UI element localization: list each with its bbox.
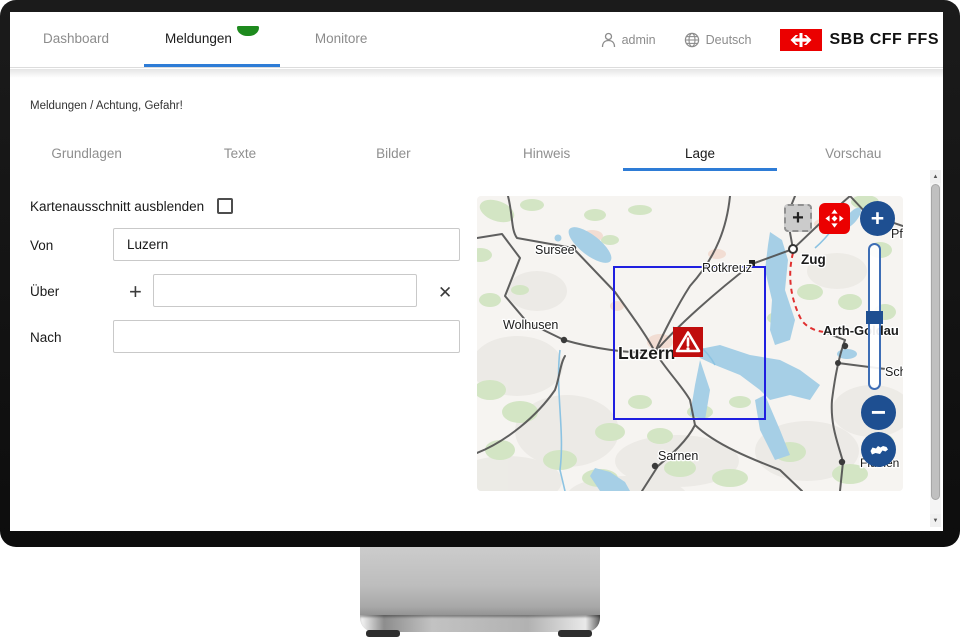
move-icon	[824, 208, 845, 229]
reset-extent-button[interactable]	[861, 432, 896, 467]
add-via-icon[interactable]: +	[129, 281, 142, 303]
language-menu[interactable]: Deutsch	[684, 32, 752, 48]
page-scrollbar[interactable]: ▲ ▼	[930, 170, 941, 527]
draw-extent-button[interactable]: +	[784, 204, 812, 232]
nach-label: Nach	[30, 330, 62, 345]
map-label-wolhusen: Wolhusen	[503, 318, 558, 332]
scroll-down-icon: ▼	[933, 518, 939, 524]
move-marker-button[interactable]	[819, 203, 850, 234]
scrollbar-thumb[interactable]	[931, 184, 940, 500]
person-icon	[601, 32, 616, 48]
user-menu[interactable]: admin	[601, 32, 656, 48]
meldungen-badge-icon	[237, 26, 259, 36]
nach-input[interactable]	[113, 320, 460, 353]
app-window: Dashboard Meldungen Monitore admin	[10, 12, 943, 531]
hide-map-checkbox[interactable]	[217, 198, 233, 214]
zoom-out-button[interactable]: −	[861, 395, 896, 430]
switzerland-icon	[869, 443, 889, 457]
zoom-out-icon: −	[871, 397, 886, 428]
detail-tabs: Grundlagen Texte Bilder Hinweis Lage Vor…	[10, 140, 930, 171]
nav-label: Dashboard	[43, 31, 109, 46]
scroll-up-icon: ▲	[933, 174, 939, 180]
map-label-luzern: Luzern	[618, 343, 675, 363]
clear-via-icon[interactable]: ✕	[438, 284, 452, 301]
user-label: admin	[622, 33, 656, 47]
monitor-foot	[558, 630, 592, 637]
app-header: Dashboard Meldungen Monitore admin	[10, 12, 943, 68]
ueber-input[interactable]	[153, 274, 417, 307]
tab-lage[interactable]: Lage	[623, 140, 776, 171]
breadcrumb: Meldungen / Achtung, Gefahr!	[30, 100, 183, 112]
tab-hinweis[interactable]: Hinweis	[470, 140, 623, 171]
language-label: Deutsch	[706, 33, 752, 47]
zoom-slider-handle[interactable]	[866, 311, 883, 324]
map-label-rotkreuz: Rotkreuz	[702, 261, 752, 275]
scroll-up-button[interactable]: ▲	[930, 170, 941, 183]
tab-grundlagen[interactable]: Grundlagen	[10, 140, 163, 171]
von-label: Von	[30, 238, 53, 253]
nav-item-dashboard[interactable]: Dashboard	[22, 12, 130, 67]
map-label-sursee: Sursee	[535, 243, 575, 257]
nav-label: Meldungen	[165, 31, 232, 46]
logo-text: SBB CFF FFS	[830, 31, 940, 49]
map-label-sarnen: Sarnen	[658, 449, 698, 463]
zoom-in-button[interactable]: +	[860, 201, 895, 236]
nav-item-monitore[interactable]: Monitore	[294, 12, 389, 67]
scroll-down-button[interactable]: ▼	[930, 514, 941, 527]
sbb-logo-icon	[780, 29, 822, 51]
map-tiles: Sursee Wolhusen Rotkreuz Zug Pf Arth-Gol…	[477, 196, 903, 491]
map-label-pf: Pf	[891, 227, 903, 241]
header-right: admin Deutsch	[601, 12, 943, 67]
plus-icon: +	[792, 207, 804, 230]
main-nav: Dashboard Meldungen Monitore	[22, 12, 388, 67]
globe-icon	[684, 32, 700, 48]
map-label-schwyz: Schwy	[885, 365, 903, 379]
ueber-label: Über	[30, 284, 59, 299]
von-input[interactable]	[113, 228, 460, 261]
nav-label: Monitore	[315, 31, 368, 46]
hide-map-label: Kartenausschnitt ausblenden	[30, 199, 204, 214]
zoom-in-icon: +	[871, 205, 884, 232]
tab-texte[interactable]: Texte	[163, 140, 316, 171]
sbb-logo: SBB CFF FFS	[780, 29, 940, 51]
monitor-foot	[366, 630, 400, 637]
stage: Dashboard Meldungen Monitore admin	[0, 0, 960, 638]
map-canvas[interactable]: Sursee Wolhusen Rotkreuz Zug Pf Arth-Gol…	[477, 196, 903, 491]
tab-bilder[interactable]: Bilder	[317, 140, 470, 171]
warning-marker-icon[interactable]	[673, 327, 703, 357]
monitor-stand	[360, 547, 600, 617]
tab-vorschau[interactable]: Vorschau	[777, 140, 930, 171]
hide-map-row: Kartenausschnitt ausblenden	[30, 198, 233, 214]
map-label-arth-goldau: Arth-Goldau	[823, 323, 899, 338]
nav-item-meldungen[interactable]: Meldungen	[144, 12, 280, 67]
header-shadow	[10, 69, 943, 78]
map-label-zug: Zug	[801, 252, 826, 267]
